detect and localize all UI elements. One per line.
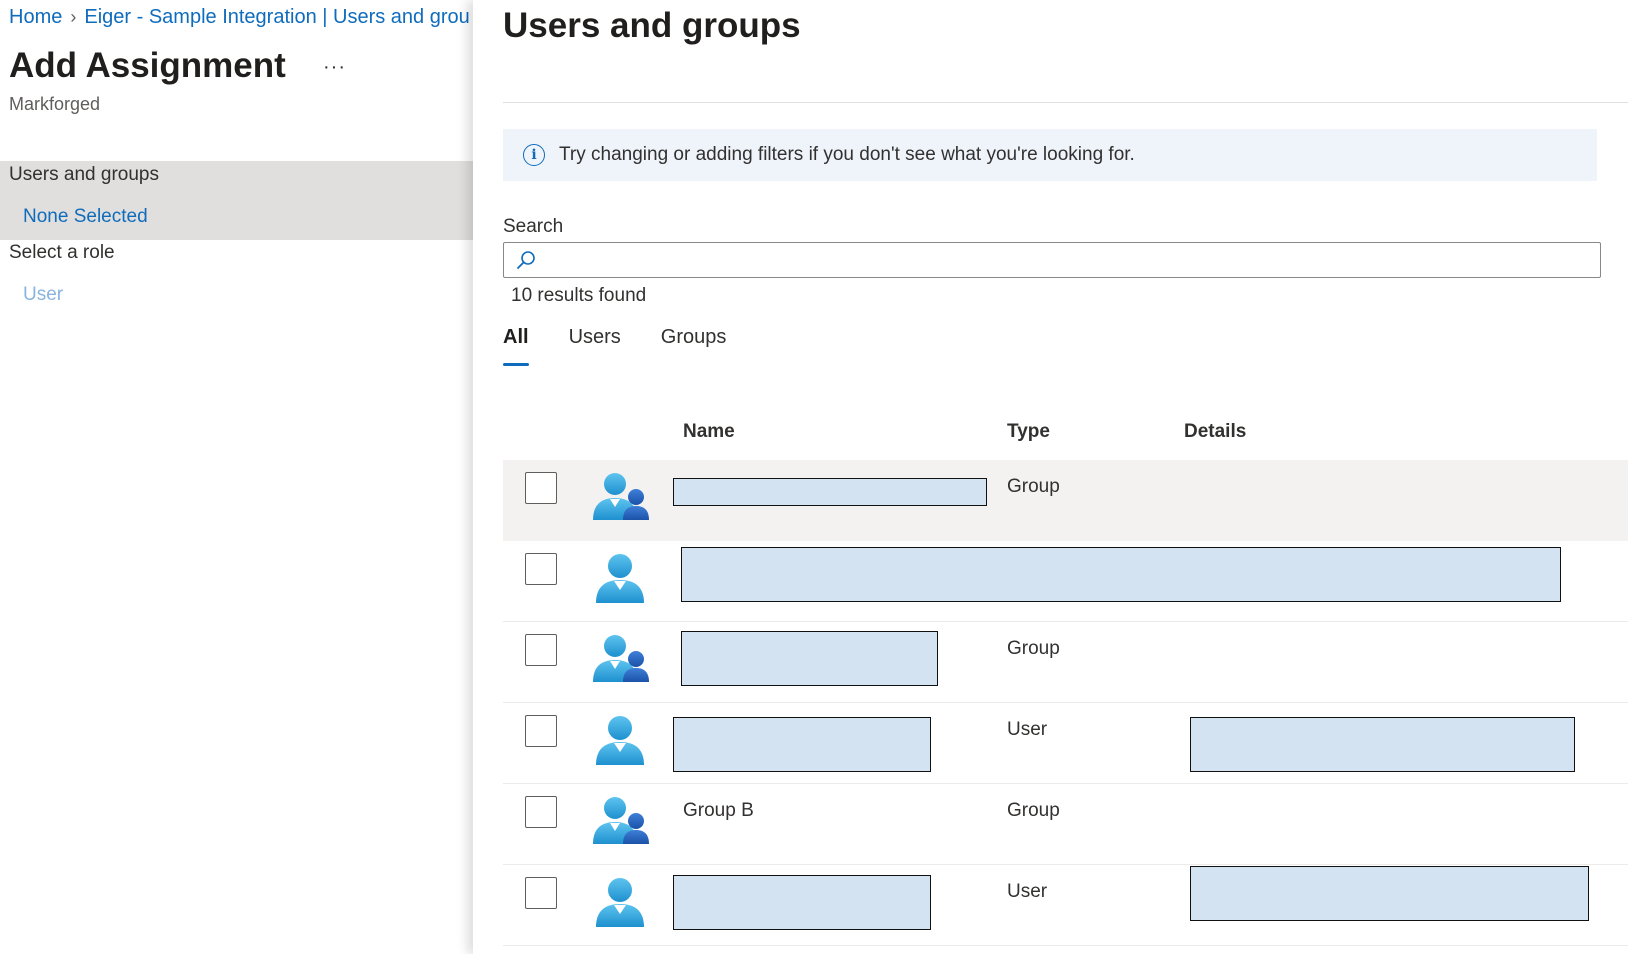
search-input[interactable] <box>544 243 1594 276</box>
row-checkbox[interactable] <box>525 877 557 909</box>
filter-tabs: All Users Groups <box>503 326 766 366</box>
search-icon <box>517 251 535 269</box>
row-type: User <box>1007 881 1048 902</box>
users-groups-label: Users and groups <box>9 164 159 185</box>
table-row[interactable]: Group B Group <box>503 784 1628 865</box>
breadcrumb-current-link[interactable]: Eiger - Sample Integration | Users and g… <box>84 6 469 28</box>
row-name: Group B <box>683 800 754 821</box>
row-type: Group <box>1007 638 1060 659</box>
row-type: Group <box>1007 476 1060 497</box>
row-checkbox[interactable] <box>525 553 557 585</box>
page-subtitle: Markforged <box>9 94 101 114</box>
column-header-type[interactable]: Type <box>1007 421 1050 443</box>
user-icon <box>591 715 649 765</box>
chevron-right-icon: › <box>70 7 77 27</box>
redacted-details <box>1190 717 1575 772</box>
users-groups-panel: Users and groups i Try changing or addin… <box>473 0 1628 954</box>
select-role-link[interactable]: User <box>23 284 63 306</box>
group-icon <box>591 472 649 522</box>
row-type: User <box>1007 719 1048 740</box>
redacted-name <box>681 631 938 686</box>
redacted-name <box>681 547 1561 602</box>
tab-users[interactable]: Users <box>569 326 621 366</box>
group-icon <box>591 634 649 684</box>
user-icon <box>591 877 649 927</box>
more-options-icon[interactable]: ··· <box>323 56 346 79</box>
group-icon <box>591 796 649 846</box>
tab-all[interactable]: All <box>503 326 529 366</box>
redacted-name <box>673 478 987 506</box>
search-label: Search <box>503 216 564 237</box>
row-checkbox[interactable] <box>525 472 557 504</box>
page-title: Add Assignment <box>9 46 286 85</box>
info-message-text: Try changing or adding filters if you do… <box>559 144 1135 165</box>
row-checkbox[interactable] <box>525 715 557 747</box>
breadcrumb: Home › Eiger - Sample Integration | Users … <box>9 6 469 29</box>
row-type: Group <box>1007 800 1060 821</box>
row-checkbox[interactable] <box>525 634 557 666</box>
tab-groups[interactable]: Groups <box>661 326 727 366</box>
add-assignment-blade: Home › Eiger - Sample Integration | Users … <box>0 0 473 954</box>
user-icon <box>591 553 649 603</box>
redacted-name <box>673 875 931 930</box>
table-row[interactable]: Group <box>503 622 1628 703</box>
column-header-details[interactable]: Details <box>1184 421 1246 443</box>
app-window: Home › Eiger - Sample Integration | Users … <box>0 0 1628 954</box>
breadcrumb-home-link[interactable]: Home <box>9 6 62 28</box>
panel-title: Users and groups <box>503 6 801 45</box>
select-role-label: Select a role <box>9 242 115 263</box>
column-header-name[interactable]: Name <box>683 421 735 443</box>
title-divider <box>503 102 1628 103</box>
table-row[interactable]: Group <box>503 460 1628 541</box>
row-checkbox[interactable] <box>525 796 557 828</box>
table-row[interactable] <box>503 541 1628 622</box>
table-row[interactable]: User <box>503 703 1628 784</box>
redacted-details <box>1190 866 1589 921</box>
search-box[interactable] <box>503 242 1601 278</box>
results-count: 10 results found <box>511 285 647 306</box>
info-icon: i <box>523 144 545 166</box>
info-message-bar: i Try changing or adding filters if you … <box>503 129 1597 181</box>
users-groups-selection-link[interactable]: None Selected <box>23 206 148 228</box>
redacted-name <box>673 717 931 772</box>
table-row[interactable]: User <box>503 865 1628 946</box>
